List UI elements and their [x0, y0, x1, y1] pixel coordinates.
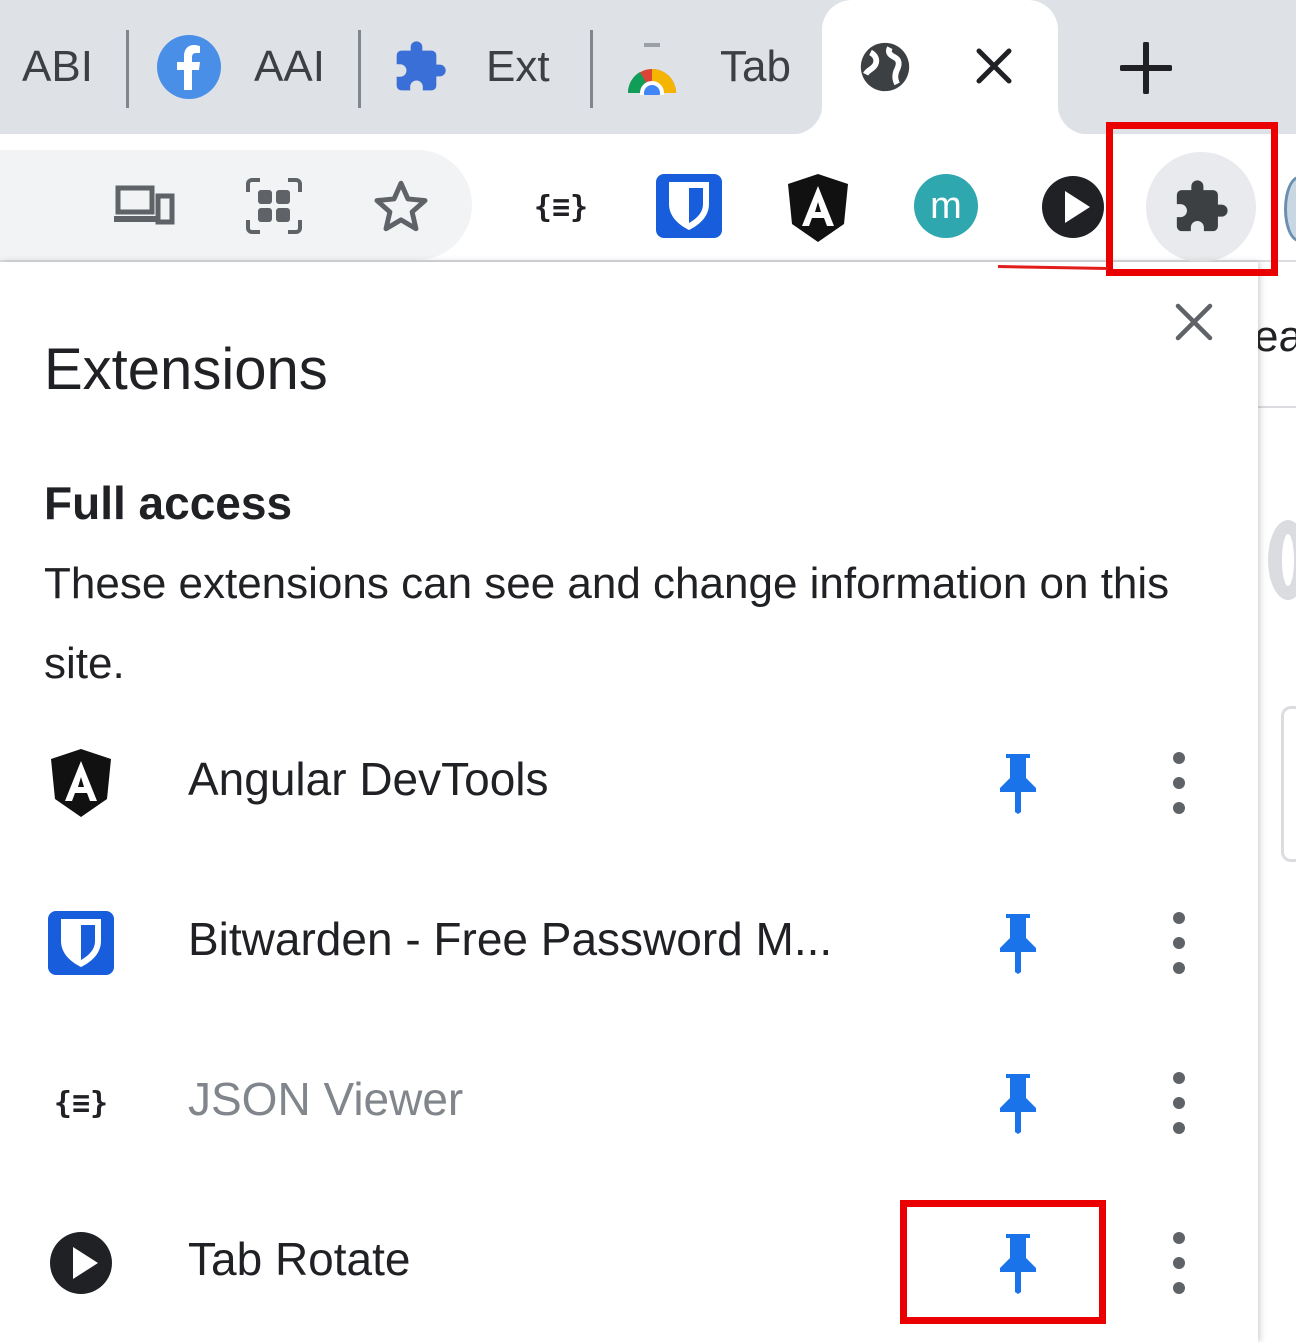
json-viewer-icon[interactable]: {≡} [530, 186, 592, 228]
close-icon [1175, 303, 1213, 341]
tab-title: ABI [22, 42, 93, 91]
plus-icon[interactable] [1120, 42, 1172, 94]
popup-title: Extensions [44, 337, 328, 402]
tab-separator [126, 30, 129, 108]
section-title: Full access [44, 477, 293, 529]
close-icon[interactable] [974, 46, 1014, 86]
json-viewer-glyph: {≡} [53, 1085, 109, 1121]
pin-icon[interactable] [994, 1228, 1042, 1298]
extension-name: Bitwarden - Free Password M... [188, 913, 833, 965]
json-viewer-glyph: {≡} [533, 189, 589, 225]
bitwarden-icon[interactable] [656, 174, 722, 238]
page-box-fragment [1281, 706, 1296, 862]
extension-row-json-viewer[interactable]: {≡} JSON Viewer [0, 1022, 1258, 1182]
more-options-icon[interactable] [1162, 912, 1196, 974]
angular-icon [48, 749, 114, 817]
tab-strip: ABI AAI Ext Tab [0, 0, 1296, 134]
tab-title: Tab [720, 42, 791, 91]
tab-1[interactable]: ABI [22, 0, 98, 134]
profile-avatar[interactable] [1284, 176, 1296, 242]
tab-title: Ext [486, 42, 550, 91]
tab-4[interactable]: Tab [626, 0, 796, 134]
toolbar: {≡} m [0, 134, 1296, 262]
pin-icon[interactable] [994, 1068, 1042, 1138]
popup-close-button[interactable] [1166, 294, 1222, 350]
page-text-fragment: ea [1254, 312, 1296, 361]
extension-row-tab-rotate[interactable]: Tab Rotate [0, 1182, 1258, 1342]
tab-rotate-icon[interactable] [1040, 174, 1106, 240]
tab-rotate-icon [48, 1230, 114, 1296]
star-icon[interactable] [370, 176, 432, 238]
m-icon-letter: m [930, 184, 962, 227]
cast-devices-icon[interactable] [112, 182, 176, 230]
puzzle-icon [392, 39, 448, 95]
section-description: These extensions can see and change info… [44, 559, 1170, 688]
json-viewer-icon: {≡} [48, 1070, 114, 1136]
chrome-icon [626, 39, 678, 95]
tab-separator [358, 30, 361, 108]
angular-icon[interactable] [786, 172, 850, 244]
tab-2[interactable]: AAI [156, 0, 346, 134]
facebook-icon [156, 34, 222, 100]
extensions-button[interactable] [1146, 152, 1256, 262]
active-tab[interactable] [792, 0, 1088, 134]
m-icon[interactable]: m [914, 174, 978, 238]
extension-name: JSON Viewer [188, 1073, 464, 1125]
puzzle-icon [1172, 178, 1230, 236]
qr-code-icon[interactable] [244, 178, 304, 234]
tab-separator [590, 30, 593, 108]
extension-row-bitwarden[interactable]: Bitwarden - Free Password M... [0, 862, 1258, 1022]
more-options-icon[interactable] [1162, 1232, 1196, 1294]
more-options-icon[interactable] [1162, 752, 1196, 814]
extension-name: Tab Rotate [188, 1233, 411, 1285]
page-divider [1258, 406, 1296, 408]
extension-row-angular[interactable]: Angular DevTools [0, 702, 1258, 862]
bitwarden-icon [48, 910, 114, 976]
tab-title: AAI [254, 42, 325, 91]
more-options-icon[interactable] [1162, 1072, 1196, 1134]
pin-icon[interactable] [994, 748, 1042, 818]
tab-3[interactable]: Ext [392, 0, 572, 134]
globe-icon [856, 38, 914, 96]
extension-name: Angular DevTools [188, 753, 549, 805]
pin-icon[interactable] [994, 908, 1042, 978]
